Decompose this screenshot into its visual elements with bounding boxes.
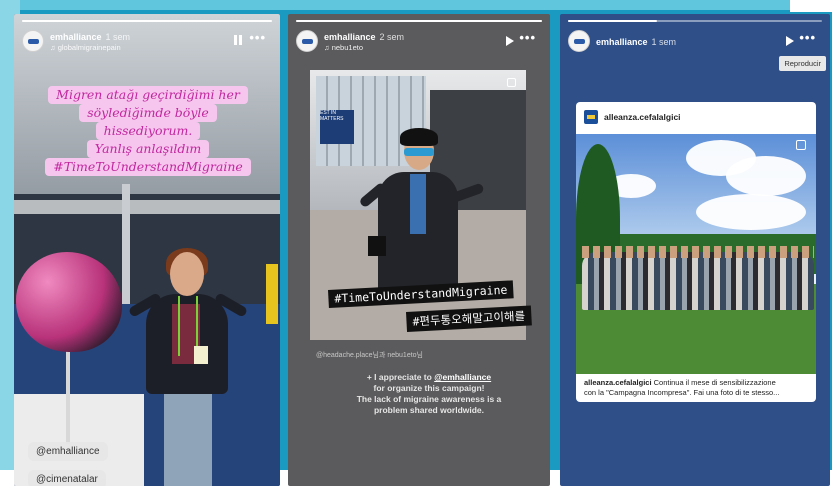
brain-sculpture	[16, 252, 122, 352]
story-time: 2 sem	[379, 32, 405, 42]
caption-line: hissediyorum.	[95, 122, 201, 140]
reshared-post-card[interactable]: alleanza.cefalalgici alleanza.cefalalgic…	[576, 102, 816, 402]
caption-block: Migren atağı geçirdiğimi her söylediğimd…	[20, 86, 276, 176]
story-progress-bar	[568, 20, 822, 22]
avatar[interactable]	[296, 30, 318, 52]
story-text-line: for organize this campaign!	[373, 383, 485, 393]
mention-link[interactable]: @emhalliance	[434, 372, 491, 382]
story-header: emhalliance 1 sem •••	[568, 30, 822, 56]
background-corner	[790, 0, 832, 12]
story-header: emhalliance 2 sem ♫ nebu1eto •••	[296, 30, 542, 56]
story-text-line: + I appreciate to @emhalliance	[328, 372, 530, 383]
person-badge	[194, 346, 208, 364]
caption-line: Migren atağı geçirdiğimi her	[48, 86, 248, 104]
background-stripe	[0, 0, 832, 10]
play-icon[interactable]	[506, 36, 514, 46]
story-audio-subline[interactable]: ♫ nebu1eto	[324, 43, 363, 52]
story-username[interactable]: emhalliance 2 sem	[324, 32, 404, 42]
photo-cloud	[696, 194, 806, 230]
username-text: emhalliance	[50, 32, 102, 42]
collage: emhalliance 1 sem ♫ globalmigrainepain ••…	[0, 0, 832, 486]
photo-sign: EST IN MATTERS	[320, 110, 354, 144]
caption-text: Continua il mese di sensibilizzazione	[651, 378, 776, 387]
story-username[interactable]: emhalliance 1 sem	[50, 32, 130, 42]
person-sunglasses	[404, 148, 434, 156]
caption-line: Yanlış anlaşıldım	[86, 140, 210, 158]
mention-tag[interactable]: @cimenatalar	[28, 470, 106, 486]
story-2[interactable]: emhalliance 2 sem ♫ nebu1eto ••• EST IN M…	[288, 14, 550, 486]
person-shirt	[410, 174, 426, 234]
caption-line: con la "Campagna Incompresa". Fai una fo…	[584, 388, 780, 397]
post-caption: alleanza.cefalalgici Continua il mese di…	[584, 378, 808, 398]
caption-hashtag: #TimeToUnderstandMigraine	[45, 158, 251, 176]
play-icon[interactable]	[786, 36, 794, 46]
story-username[interactable]: emhalliance 1 sem	[596, 37, 676, 47]
play-tooltip: Reproducir	[779, 56, 826, 71]
story-time: 1 sem	[105, 32, 131, 42]
group-photo	[576, 134, 816, 374]
subline-text: nebu1eto	[331, 43, 364, 52]
caption-username[interactable]: alleanza.cefalalgici	[584, 378, 652, 387]
story-text-line: problem shared worldwide.	[373, 405, 485, 415]
post-header: alleanza.cefalalgici	[576, 102, 816, 132]
photo-pillar	[122, 184, 130, 314]
person-legs	[164, 384, 212, 486]
person-camera	[368, 236, 386, 256]
username-text: emhalliance	[324, 32, 376, 42]
story-audio-subline[interactable]: ♫ globalmigrainepain	[50, 43, 121, 52]
photo-ledge	[14, 200, 280, 214]
photo-cloud	[726, 156, 806, 196]
story-text: + I appreciate to @emhalliance for organ…	[328, 372, 530, 416]
mention-tag[interactable]: @emhalliance	[28, 442, 108, 461]
pause-icon[interactable]	[234, 35, 242, 45]
more-options-icon[interactable]: •••	[519, 30, 536, 45]
multi-photo-icon	[796, 140, 806, 150]
account-logo-icon	[584, 110, 598, 124]
multi-photo-icon	[507, 78, 516, 87]
story-1[interactable]: emhalliance 1 sem ♫ globalmigrainepain ••…	[14, 14, 280, 486]
avatar[interactable]	[568, 30, 590, 52]
person-head	[170, 252, 204, 296]
story-3[interactable]: emhalliance 1 sem ••• Reproducir alleanza…	[560, 14, 830, 486]
story-header: emhalliance 1 sem ♫ globalmigrainepain ••…	[22, 30, 272, 56]
photo-crowd	[582, 252, 814, 310]
username-text: emhalliance	[596, 37, 648, 47]
photo-heads	[582, 246, 814, 258]
story-progress-bar	[296, 20, 542, 22]
mention-line[interactable]: @headache.place님과 nebu1eto님	[316, 350, 423, 360]
story-progress-fill	[568, 20, 657, 22]
caption-line: söylediğimde böyle	[79, 104, 217, 122]
story-text-prefix: + I appreciate to	[366, 372, 435, 382]
story-progress-bar	[22, 20, 272, 22]
person-hair	[400, 128, 438, 146]
story-progress-fill	[296, 20, 542, 22]
avatar[interactable]	[22, 30, 44, 52]
story-time: 1 sem	[651, 37, 677, 47]
photo-brain-stand	[66, 344, 70, 444]
more-options-icon[interactable]: •••	[799, 30, 816, 45]
photo-yellow-panel	[266, 264, 278, 324]
more-options-icon[interactable]: •••	[249, 30, 266, 45]
post-username[interactable]: alleanza.cefalalgici	[604, 112, 681, 122]
story-progress-fill	[22, 20, 272, 22]
subline-text: globalmigrainepain	[57, 43, 121, 52]
caption-line: alleanza.cefalalgici Continua il mese di…	[584, 378, 808, 388]
story-text-line: The lack of migraine awareness is a	[356, 394, 502, 404]
